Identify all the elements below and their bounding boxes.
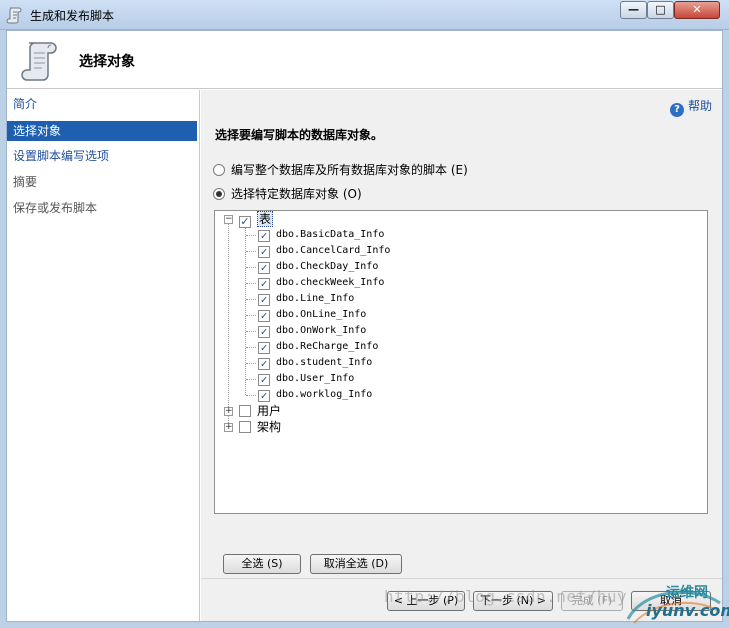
script-icon <box>6 7 22 24</box>
prompt-text: 选择要编写脚本的数据库对象。 <box>215 128 384 142</box>
collapse-icon[interactable]: − <box>224 215 233 224</box>
tree-node-table[interactable]: ✓ dbo.OnWork_Info <box>258 323 366 339</box>
checkbox-checked[interactable]: ✓ <box>258 294 270 306</box>
tree-node-table[interactable]: ✓ dbo.ReCharge_Info <box>258 339 378 355</box>
close-button[interactable]: ✕ <box>674 1 720 19</box>
checkbox-checked[interactable]: ✓ <box>258 278 270 290</box>
nav-item-choose-objects[interactable]: 选择对象 <box>7 121 197 141</box>
table-name-label: dbo.CancelCard_Info <box>276 245 391 256</box>
object-tree[interactable]: − ✓ 表 ✓ dbo.BasicData_Info ✓ dbo.CancelCard_… <box>214 210 708 514</box>
table-name-label: dbo.Line_Info <box>276 293 355 304</box>
nav-item-save-or-publish: 保存或发布脚本 <box>13 201 98 215</box>
checkbox-checked[interactable]: ✓ <box>258 358 270 370</box>
script-scroll-icon <box>21 42 57 81</box>
tree-node-table[interactable]: ✓ dbo.BasicData_Info <box>258 227 384 243</box>
checkbox-checked[interactable]: ✓ <box>258 310 270 322</box>
tree-node-table[interactable]: ✓ dbo.CheckDay_Info <box>258 259 378 275</box>
minimize-button[interactable]: — <box>620 1 647 19</box>
tree-node-schemas[interactable]: 架构 <box>239 419 281 435</box>
tree-node-table[interactable]: ✓ dbo.OnLine_Info <box>258 307 366 323</box>
table-name-label: dbo.BasicData_Info <box>276 229 385 240</box>
watermark-url: http://blog.csdn.net/huy <box>384 587 628 606</box>
checkbox-unchecked[interactable] <box>239 405 251 417</box>
tree-node-tables[interactable]: ✓ 表 <box>239 211 274 228</box>
checkbox-checked[interactable]: ✓ <box>258 246 270 258</box>
table-name-label: dbo.student_Info <box>276 357 373 368</box>
help-label: 帮助 <box>687 99 712 113</box>
title-bar: 生成和发布脚本 — □ ✕ <box>0 0 729 30</box>
dialog-client-area: 选择对象 简介 选择对象 设置脚本编写选项 摘要 保存或发布脚本 ? 帮助 选择要… <box>6 30 723 622</box>
radio-label: 编写整个数据库及所有数据库对象的脚本 (E) <box>231 163 468 177</box>
maximize-button[interactable]: □ <box>647 1 674 19</box>
table-name-label: dbo.worklog_Info <box>276 389 373 400</box>
wizard-header: 选择对象 <box>7 31 722 89</box>
table-name-label: dbo.User_Info <box>276 373 355 384</box>
nav-item-summary: 摘要 <box>13 175 38 189</box>
tree-node-label: 架构 <box>257 420 282 434</box>
help-icon: ? <box>669 103 684 117</box>
tree-node-label: 表 <box>257 211 274 227</box>
radio-button[interactable] <box>213 164 225 176</box>
tree-node-table[interactable]: ✓ dbo.User_Info <box>258 371 354 387</box>
watermark-brand: 运维网 <box>666 585 708 601</box>
help-link[interactable]: ? 帮助 <box>669 98 712 117</box>
page-title: 选择对象 <box>79 54 135 70</box>
tree-node-label: 用户 <box>257 404 282 418</box>
checkbox-checked[interactable]: ✓ <box>258 390 270 402</box>
close-icon: ✕ <box>692 3 702 16</box>
window-title: 生成和发布脚本 <box>30 9 115 23</box>
watermark-domain: iyunv.com <box>646 601 729 620</box>
table-name-label: dbo.CheckDay_Info <box>276 261 379 272</box>
checkbox-checked[interactable]: ✓ <box>258 326 270 338</box>
maximize-icon: □ <box>655 3 666 16</box>
wizard-nav: 简介 选择对象 设置脚本编写选项 摘要 保存或发布脚本 <box>7 90 200 621</box>
table-name-label: dbo.OnLine_Info <box>276 309 367 320</box>
nav-item-scripting-options[interactable]: 设置脚本编写选项 <box>7 146 197 166</box>
table-name-label: dbo.checkWeek_Info <box>276 277 385 288</box>
radio-button-selected[interactable] <box>213 188 225 200</box>
select-all-button[interactable]: 全选 (S) <box>223 554 301 574</box>
tree-node-table[interactable]: ✓ dbo.student_Info <box>258 355 372 371</box>
radio-script-entire-db[interactable]: 编写整个数据库及所有数据库对象的脚本 (E) <box>213 162 468 178</box>
checkbox-unchecked[interactable] <box>239 421 251 433</box>
tree-node-table[interactable]: ✓ dbo.CancelCard_Info <box>258 243 390 259</box>
main-panel: ? 帮助 选择要编写脚本的数据库对象。 编写整个数据库及所有数据库对象的脚本 (E… <box>201 90 722 578</box>
nav-item-intro[interactable]: 简介 <box>7 94 197 114</box>
checkbox-checked[interactable]: ✓ <box>258 230 270 242</box>
table-name-label: dbo.OnWork_Info <box>276 325 367 336</box>
minimize-icon: — <box>628 3 639 16</box>
radio-select-specific[interactable]: 选择特定数据库对象 (O) <box>213 186 362 202</box>
checkbox-checked[interactable]: ✓ <box>258 262 270 274</box>
checkbox-checked[interactable]: ✓ <box>258 374 270 386</box>
checkbox-checked[interactable]: ✓ <box>239 216 251 228</box>
checkbox-checked[interactable]: ✓ <box>258 342 270 354</box>
tree-node-table[interactable]: ✓ dbo.Line_Info <box>258 291 354 307</box>
tree-node-table[interactable]: ✓ dbo.checkWeek_Info <box>258 275 384 291</box>
expand-icon[interactable]: + <box>224 407 233 416</box>
tree-node-table[interactable]: ✓ dbo.worklog_Info <box>258 387 372 403</box>
deselect-all-button[interactable]: 取消全选 (D) <box>310 554 402 574</box>
expand-icon[interactable]: + <box>224 423 233 432</box>
radio-label: 选择特定数据库对象 (O) <box>231 187 362 201</box>
table-name-label: dbo.ReCharge_Info <box>276 341 379 352</box>
tree-node-users[interactable]: 用户 <box>239 403 281 419</box>
